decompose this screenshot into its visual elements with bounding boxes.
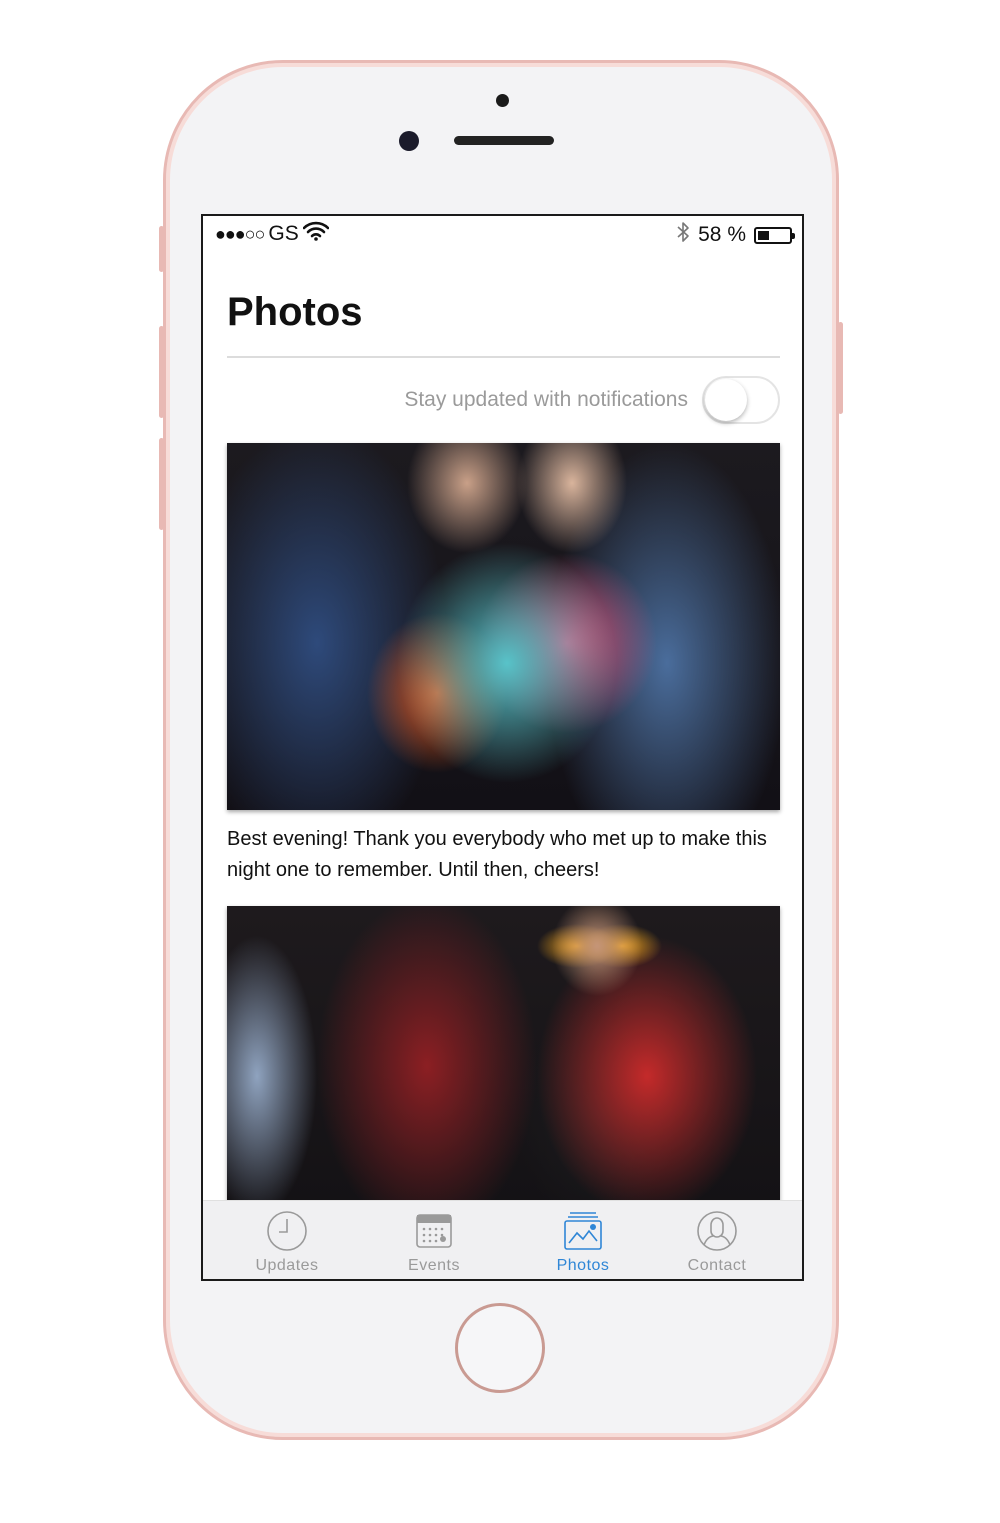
tab-photos[interactable]: Photos bbox=[513, 1201, 653, 1279]
calendar-icon bbox=[416, 1214, 452, 1248]
earpiece-speaker bbox=[454, 136, 554, 145]
tab-contact[interactable]: Contact bbox=[647, 1201, 787, 1279]
status-bar: ●●●○○ GS 58 % bbox=[203, 216, 802, 250]
carrier-name: GS bbox=[268, 222, 299, 245]
front-camera bbox=[399, 131, 419, 151]
wifi-icon bbox=[302, 221, 330, 247]
notification-toggle[interactable] bbox=[702, 376, 780, 424]
photos-icon bbox=[564, 1212, 602, 1250]
tab-label: Updates bbox=[255, 1257, 319, 1274]
tab-label: Events bbox=[408, 1257, 460, 1274]
proximity-sensor bbox=[496, 94, 509, 107]
bluetooth-icon bbox=[676, 221, 690, 249]
battery-fill bbox=[758, 230, 769, 240]
page-title: Photos bbox=[227, 290, 363, 334]
tab-bar: Updates Events Photos Contact bbox=[203, 1200, 802, 1279]
home-button[interactable] bbox=[455, 1303, 545, 1393]
tab-events[interactable]: Events bbox=[364, 1201, 504, 1279]
signal-strength: ●●●○○ bbox=[215, 223, 265, 244]
tab-updates[interactable]: Updates bbox=[217, 1201, 357, 1279]
app-screen: ●●●○○ GS 58 % Photos Stay updated with n… bbox=[201, 214, 804, 1281]
tab-label: Contact bbox=[687, 1257, 747, 1274]
post-photo[interactable] bbox=[227, 443, 780, 810]
tab-label: Photos bbox=[556, 1257, 610, 1274]
title-divider bbox=[227, 356, 780, 358]
notification-setting: Stay updated with notifications bbox=[227, 374, 780, 426]
notification-label: Stay updated with notifications bbox=[404, 388, 688, 411]
toggle-knob bbox=[705, 379, 747, 421]
clock-icon bbox=[267, 1211, 307, 1251]
battery-percent: 58 % bbox=[698, 223, 746, 246]
battery-icon bbox=[754, 226, 795, 244]
post-caption: Best evening! Thank you everybody who me… bbox=[227, 828, 767, 881]
person-icon bbox=[697, 1211, 737, 1251]
post-photo[interactable] bbox=[227, 906, 780, 1206]
